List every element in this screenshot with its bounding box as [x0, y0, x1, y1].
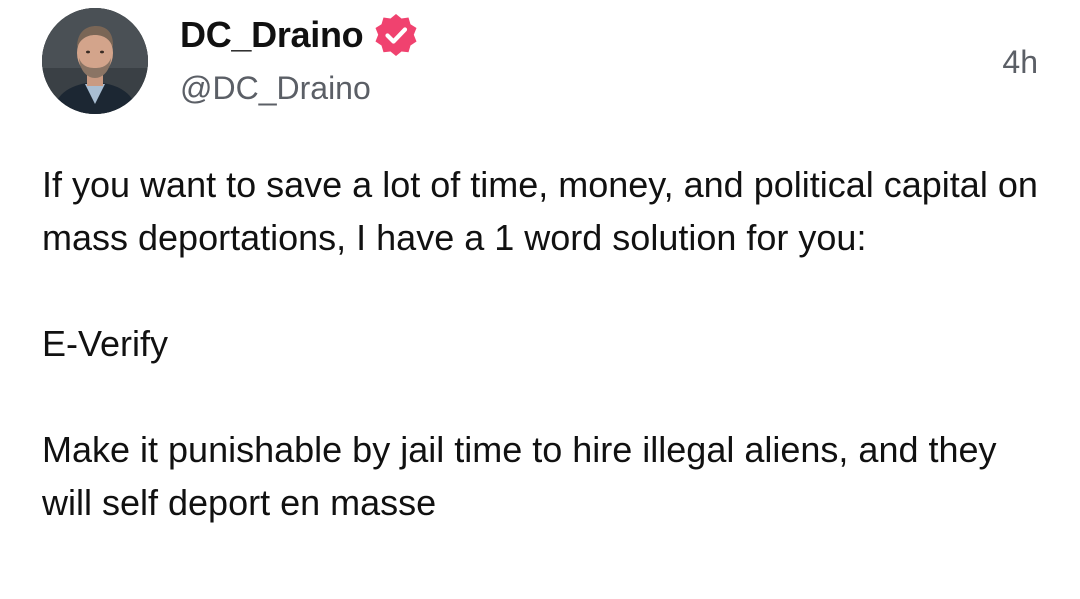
post-paragraph: Make it punishable by jail time to hire … [42, 429, 997, 523]
post-text: If you want to save a lot of time, money… [42, 158, 1042, 529]
post-timestamp[interactable]: 4h [1002, 42, 1038, 82]
author-name-row: DC_Draino [180, 12, 419, 58]
post-paragraph: If you want to save a lot of time, money… [42, 164, 1038, 258]
author-handle[interactable]: @DC_Draino [180, 68, 371, 108]
avatar-image [42, 8, 148, 114]
verified-badge-icon [375, 14, 417, 56]
avatar[interactable] [42, 8, 148, 114]
author-display-name[interactable]: DC_Draino [180, 12, 364, 58]
post-card[interactable]: DC_Draino @DC_Draino 4h If you want to s… [0, 0, 1080, 599]
post-paragraph: E-Verify [42, 323, 169, 364]
